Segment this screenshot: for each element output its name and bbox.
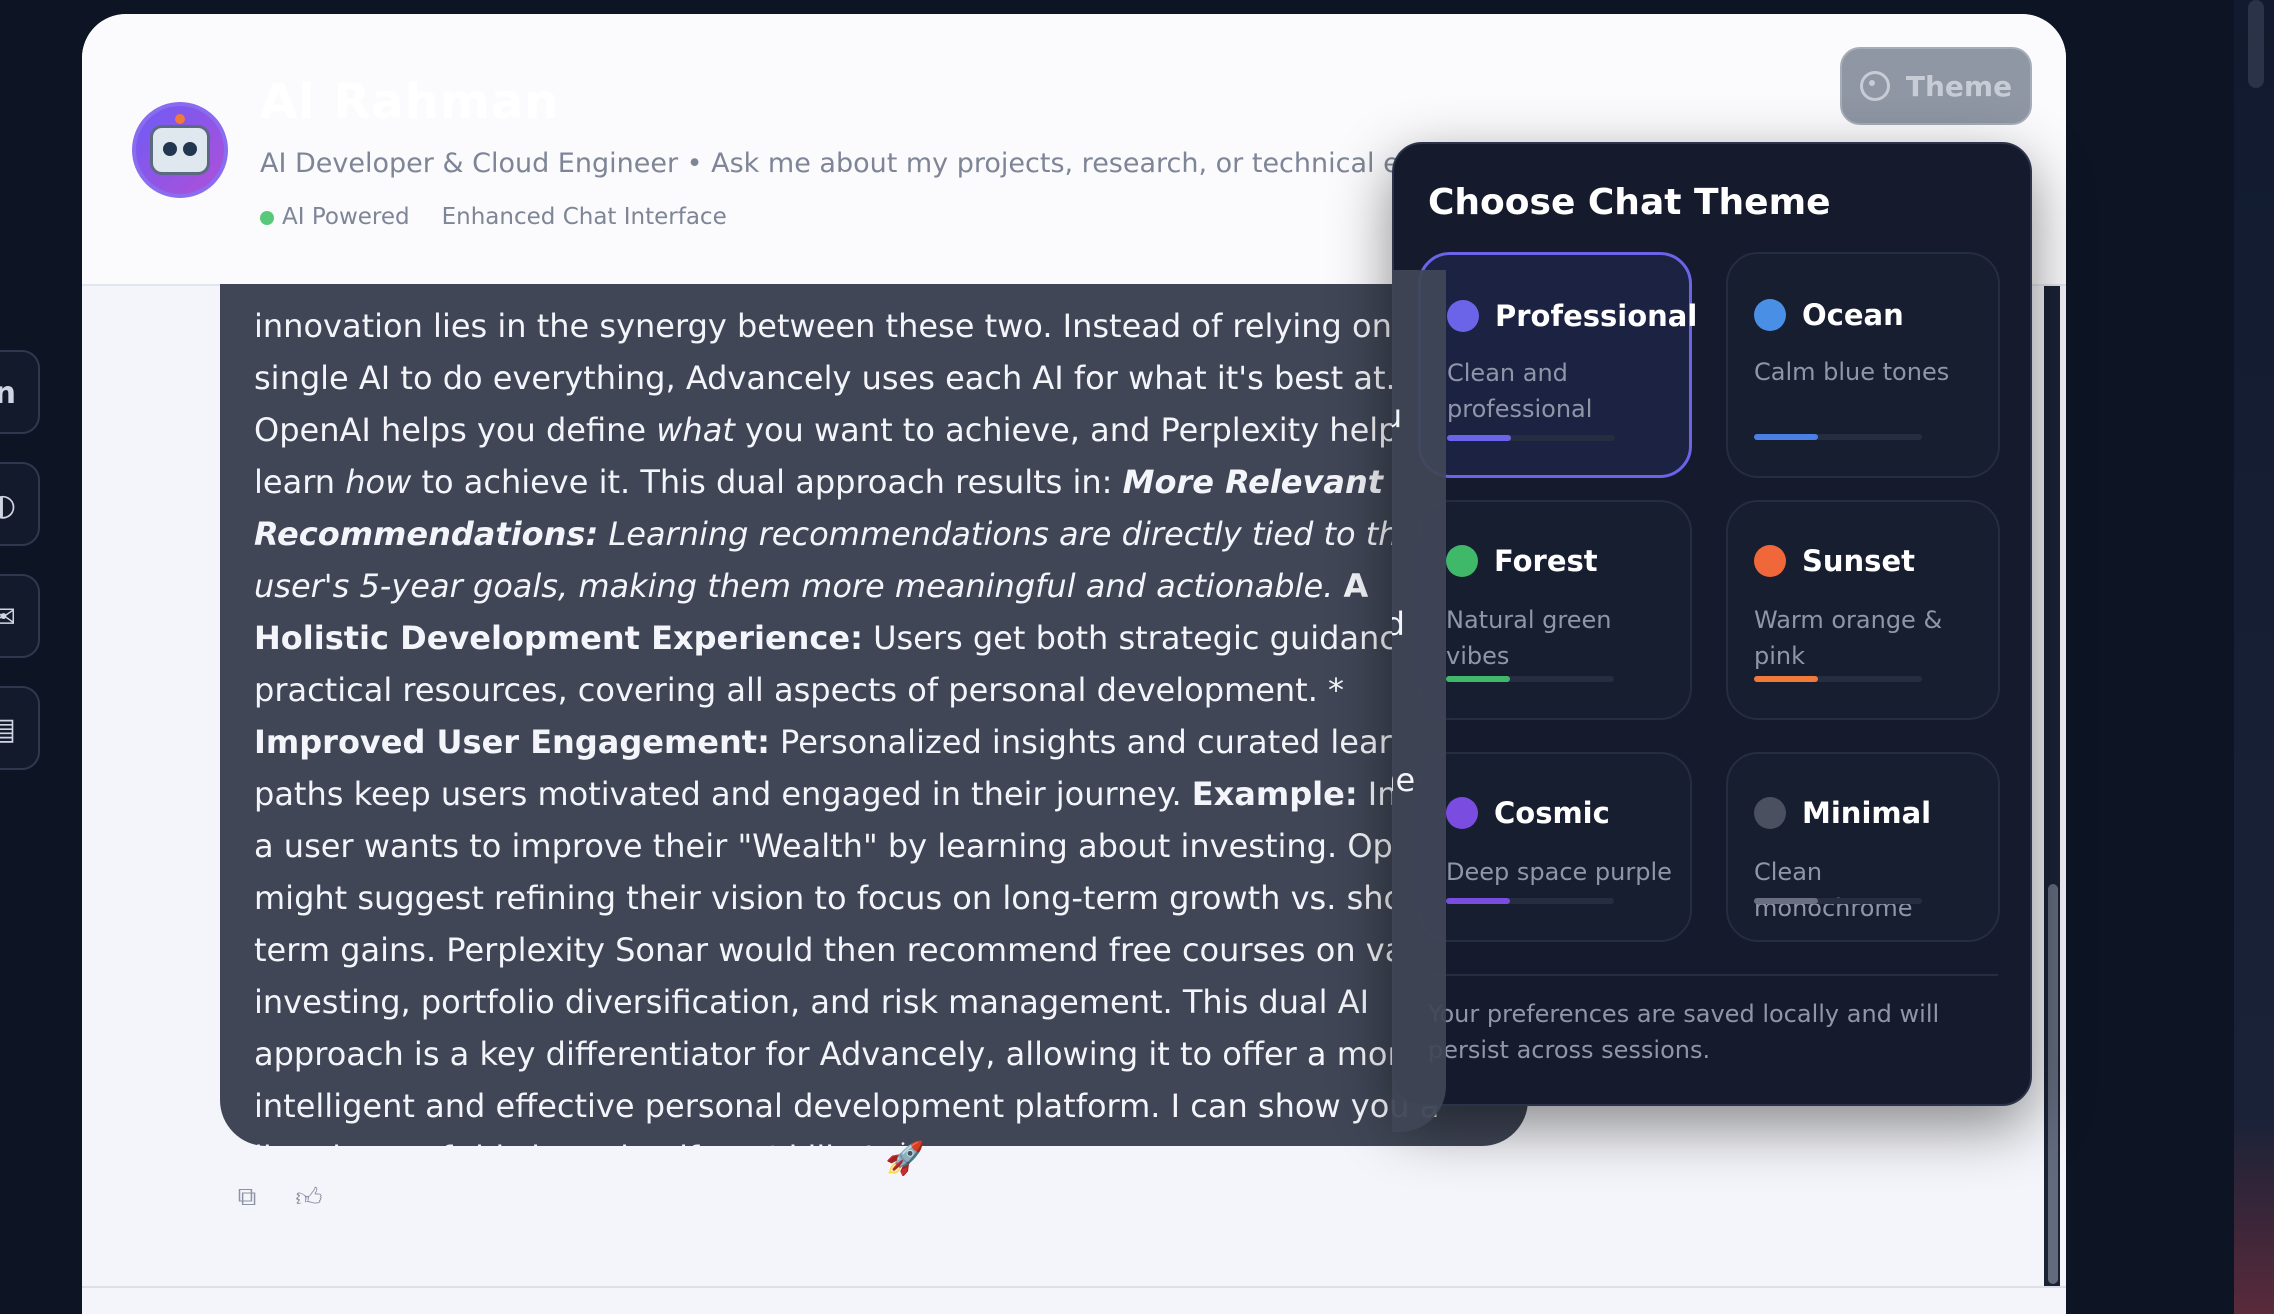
thumbs-up-icon: 👍︎	[295, 1182, 323, 1213]
message-segment: Improved User Engagement:	[254, 723, 770, 761]
theme-option-sunset[interactable]: Sunset Warm orange & pink	[1726, 500, 2000, 720]
chat-scrollbar-thumb[interactable]	[2048, 884, 2058, 1284]
message-segment	[1333, 567, 1343, 605]
status-dot-icon	[260, 210, 274, 225]
github-icon: ◐	[0, 488, 16, 523]
input-area-divider	[82, 1286, 2066, 1288]
avatar	[132, 102, 228, 198]
theme-color-dot-icon	[1754, 797, 1786, 829]
theme-description: Warm orange & pink	[1754, 606, 1943, 670]
copy-icon: ⧉	[237, 1181, 257, 1212]
theme-description: Clean monochrome	[1754, 858, 1913, 922]
theme-preview-bar	[1754, 676, 1922, 682]
assistant-message: innovation lies in the synergy between t…	[220, 284, 1528, 1177]
theme-description: Calm blue tones	[1754, 358, 1950, 386]
robot-icon	[150, 114, 210, 175]
page-scrollbar[interactable]	[2248, 0, 2264, 88]
like-button[interactable]: 👍︎	[292, 1180, 326, 1214]
message-segment: Imagine a user wants to improve their "W…	[1392, 761, 1416, 799]
message-segment: Imagine a user wants to improve their "W…	[254, 775, 1497, 1177]
message-segment: to achieve it. This dual approach result…	[411, 463, 1123, 501]
chat-title: Al Rahman	[260, 74, 560, 130]
interface-badge: Enhanced Chat Interface	[441, 204, 727, 230]
social-rail: in ◐ ✉ ▤	[0, 350, 40, 798]
message-text: innovation lies in the synergy between t…	[254, 300, 1500, 1184]
theme-option-ocean[interactable]: Ocean Calm blue tones	[1726, 252, 2000, 478]
message-segment: you want to achieve, and Perplexity help…	[1392, 397, 1402, 487]
message-actions: ⧉ 👍︎	[230, 1180, 326, 1214]
theme-preview-bar	[1754, 434, 1922, 440]
theme-button[interactable]: Theme	[1840, 47, 2032, 125]
theme-name: Ocean	[1802, 298, 1904, 332]
bubble-overlap: innovation lies in the synergy between t…	[1392, 142, 1528, 1132]
theme-preview-bar	[1754, 898, 1922, 904]
linkedin-icon: in	[0, 376, 16, 411]
theme-name: Minimal	[1802, 796, 1932, 830]
mail-icon: ✉	[0, 600, 16, 635]
theme-name: Sunset	[1802, 544, 1915, 578]
theme-button-label: Theme	[1905, 69, 2013, 103]
linkedin-button[interactable]: in	[0, 350, 40, 434]
theme-color-dot-icon	[1754, 299, 1786, 331]
email-button[interactable]: ✉	[0, 574, 40, 658]
header-tags: AI Powered Enhanced Chat Interface	[260, 204, 727, 230]
document-icon: ▤	[0, 712, 16, 747]
resume-button[interactable]: ▤	[0, 686, 40, 770]
message-segment: Users get both strategic guidance and pr…	[1392, 605, 1405, 643]
chat-subtitle: AI Developer & Cloud Engineer • Ask me a…	[260, 148, 1433, 179]
message-segment: Example:	[1191, 775, 1358, 813]
ai-powered-badge: AI Powered	[260, 204, 410, 230]
github-button[interactable]: ◐	[0, 462, 40, 546]
message-segment: how	[345, 463, 412, 501]
page-background-edge	[2234, 0, 2274, 1314]
theme-color-dot-icon	[1754, 545, 1786, 577]
theme-option-minimal[interactable]: Minimal Clean monochrome	[1726, 752, 2000, 942]
message-segment: what	[656, 411, 735, 449]
palette-icon	[1859, 71, 1890, 101]
copy-button[interactable]: ⧉	[230, 1180, 264, 1214]
